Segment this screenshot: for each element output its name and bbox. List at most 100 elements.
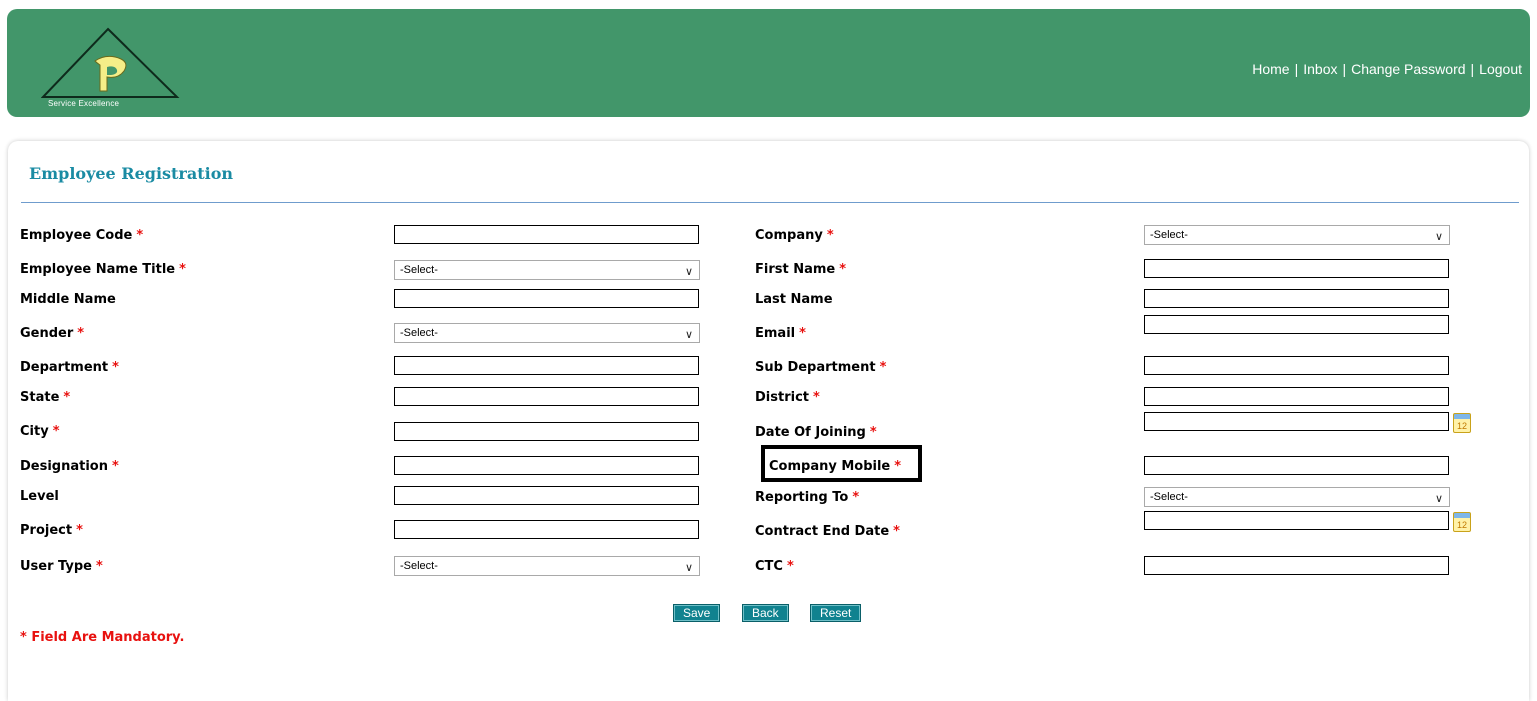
employee-code-label-text: Employee Code <box>20 228 133 243</box>
reporting-to-selected: -Select- <box>1150 491 1188 503</box>
logo-tagline: Service Excellence <box>48 99 120 108</box>
save-button[interactable]: Save <box>673 604 721 622</box>
date-of-joining-input[interactable] <box>1144 412 1449 431</box>
required-marker: * <box>852 490 860 505</box>
user-type-selected: -Select- <box>400 560 438 572</box>
project-label: Project * <box>20 523 83 539</box>
employee-name-title-label: Employee Name Title * <box>20 262 186 278</box>
nav-inbox-link[interactable]: Inbox <box>1303 61 1337 77</box>
middle-name-label-text: Middle Name <box>20 292 116 307</box>
nav-home-link[interactable]: Home <box>1252 61 1289 77</box>
last-name-label-text: Last Name <box>755 292 833 307</box>
middle-name-label: Middle Name <box>20 292 116 308</box>
registration-panel: Employee Registration Employee Code * Emp… <box>8 141 1529 701</box>
required-marker: * <box>786 559 794 574</box>
reporting-to-select[interactable]: -Select- ∨ <box>1144 487 1450 507</box>
back-button[interactable]: Back <box>742 604 789 622</box>
required-marker: * <box>112 459 119 474</box>
project-input[interactable] <box>394 520 699 539</box>
required-marker: * <box>76 523 83 538</box>
district-label-text: District <box>755 390 809 405</box>
user-type-label-text: User Type <box>20 559 92 574</box>
sub-department-input[interactable] <box>1144 356 1449 375</box>
designation-label-text: Designation <box>20 459 108 474</box>
city-label: City * <box>20 424 60 440</box>
email-label-text: Email <box>755 326 796 341</box>
chevron-down-icon: ∨ <box>684 329 693 341</box>
required-marker: * <box>879 360 887 375</box>
designation-input[interactable] <box>394 456 699 475</box>
employee-name-title-select[interactable]: -Select- ∨ <box>394 260 700 280</box>
required-marker: * <box>813 390 820 405</box>
calendar-icon[interactable]: 12 <box>1453 413 1471 433</box>
reset-button[interactable]: Reset <box>810 604 862 622</box>
district-label: District * <box>755 390 820 406</box>
title-divider <box>21 202 1519 203</box>
state-input[interactable] <box>394 387 699 406</box>
nav-separator: | <box>1294 61 1299 77</box>
company-mobile-input[interactable] <box>1144 456 1449 475</box>
district-input[interactable] <box>1144 387 1449 406</box>
level-label-text: Level <box>20 489 59 504</box>
required-marker: * <box>179 262 186 277</box>
date-of-joining-label-text: Date Of Joining <box>755 425 866 440</box>
nav-logout-link[interactable]: Logout <box>1479 61 1522 77</box>
chevron-down-icon: ∨ <box>684 266 693 278</box>
required-marker: * <box>112 360 119 375</box>
required-marker: * <box>63 390 71 405</box>
department-input[interactable] <box>394 356 699 375</box>
required-marker: * <box>893 524 900 539</box>
level-label: Level <box>20 489 59 505</box>
first-name-label-text: First Name <box>755 262 836 277</box>
department-label: Department * <box>20 360 119 376</box>
city-input[interactable] <box>394 422 699 441</box>
email-input[interactable] <box>1144 315 1449 334</box>
first-name-input[interactable] <box>1144 259 1449 278</box>
logo-triangle-icon <box>41 27 180 98</box>
user-type-select[interactable]: -Select- ∨ <box>394 556 700 576</box>
middle-name-input[interactable] <box>394 289 699 308</box>
company-label: Company * <box>755 228 834 244</box>
required-marker: * <box>826 228 834 243</box>
department-label-text: Department <box>20 360 109 375</box>
ctc-label-text: CTC <box>755 559 783 574</box>
employee-name-title-selected: -Select- <box>400 264 438 276</box>
calendar-icon[interactable]: 12 <box>1453 512 1471 532</box>
gender-select[interactable]: -Select- ∨ <box>394 323 700 343</box>
ctc-input[interactable] <box>1144 556 1449 575</box>
gender-label-text: Gender <box>20 326 74 341</box>
company-select[interactable]: -Select- ∨ <box>1144 225 1450 245</box>
sub-department-label: Sub Department * <box>755 360 886 376</box>
date-of-joining-label: Date Of Joining * <box>755 425 877 441</box>
state-label: State * <box>20 390 70 406</box>
required-marker: * <box>869 425 877 440</box>
required-marker: * <box>52 424 60 439</box>
chevron-down-icon: ∨ <box>1434 493 1443 505</box>
required-marker: * <box>77 326 85 341</box>
city-label-text: City <box>20 424 49 439</box>
gender-selected: -Select- <box>400 327 438 339</box>
mandatory-note: * Field Are Mandatory. <box>20 630 185 645</box>
chevron-down-icon: ∨ <box>684 562 693 574</box>
level-input[interactable] <box>394 486 699 505</box>
required-marker: * <box>136 228 144 243</box>
first-name-label: First Name * <box>755 262 846 278</box>
nav-separator: | <box>1470 61 1475 77</box>
gender-label: Gender * <box>20 326 84 342</box>
required-marker: * <box>839 262 847 277</box>
required-marker: * <box>95 559 103 574</box>
contract-end-date-input[interactable] <box>1144 511 1449 530</box>
employee-code-label: Employee Code * <box>20 228 143 244</box>
company-logo: Service Excellence <box>41 27 181 115</box>
company-selected: -Select- <box>1150 229 1188 241</box>
last-name-input[interactable] <box>1144 289 1449 308</box>
company-label-text: Company <box>755 228 823 243</box>
sub-department-label-text: Sub Department <box>755 360 876 375</box>
nav-change-password-link[interactable]: Change Password <box>1351 61 1465 77</box>
employee-name-title-label-text: Employee Name Title <box>20 262 176 277</box>
header-bar: Service Excellence Home | Inbox | Change Pas… <box>7 9 1530 117</box>
top-nav: Home | Inbox | Change Password | Logout <box>1252 61 1522 77</box>
state-label-text: State <box>20 390 60 405</box>
employee-code-input[interactable] <box>394 225 699 244</box>
designation-label: Designation * <box>20 459 119 475</box>
